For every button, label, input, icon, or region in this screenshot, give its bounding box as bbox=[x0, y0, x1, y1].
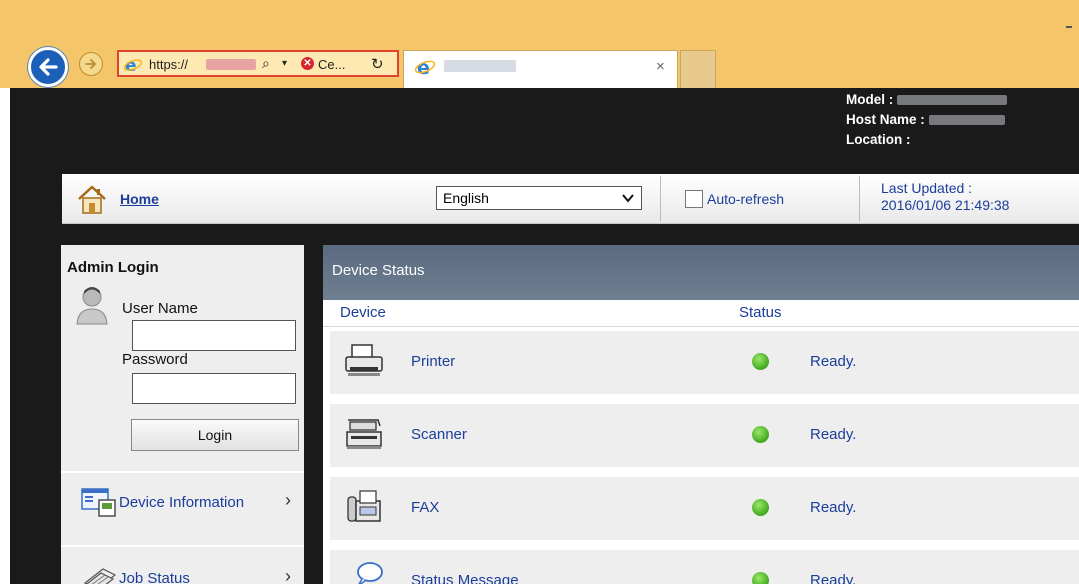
status-ready-indicator-icon bbox=[752, 499, 769, 516]
browser-tab[interactable]: e × bbox=[403, 50, 678, 88]
divider bbox=[660, 176, 661, 222]
password-input[interactable] bbox=[132, 373, 296, 404]
window-minimize-button[interactable] bbox=[1066, 26, 1072, 28]
status-row-fax: FAX Ready. bbox=[330, 477, 1079, 540]
address-dropdown-icon[interactable]: ▾ bbox=[282, 58, 287, 69]
language-selected-value: English bbox=[443, 190, 489, 206]
status-row-printer: Printer Ready. bbox=[330, 331, 1079, 394]
status-row-status-message: Status Message Ready. bbox=[330, 550, 1079, 584]
sidebar-item-job-status[interactable]: Job Status › bbox=[61, 547, 304, 584]
svg-text:e: e bbox=[417, 57, 430, 77]
model-label: Model : bbox=[846, 92, 894, 107]
certificate-error-icon[interactable]: ✕ bbox=[301, 57, 314, 70]
redacted-host-value bbox=[928, 115, 1005, 126]
certificate-error-label[interactable]: Ce... bbox=[318, 57, 345, 72]
last-updated-value: 2016/01/06 21:49:38 bbox=[881, 197, 1010, 213]
device-name[interactable]: FAX bbox=[411, 499, 439, 516]
left-panel: Admin Login User Name Password Login Dev… bbox=[61, 245, 304, 584]
status-ready-indicator-icon bbox=[752, 426, 769, 443]
device-status-title: Device Status bbox=[332, 262, 425, 279]
status-table-header: Device Status bbox=[323, 300, 1079, 327]
redacted-model-value bbox=[897, 95, 1008, 106]
divider bbox=[859, 176, 860, 222]
chevron-right-icon: › bbox=[285, 566, 291, 584]
device-name[interactable]: Status Message bbox=[411, 572, 519, 584]
model-row: Model : bbox=[846, 90, 1008, 110]
status-ready-indicator-icon bbox=[752, 353, 769, 370]
fax-icon bbox=[344, 489, 384, 530]
job-status-icon bbox=[81, 565, 117, 584]
ie-logo-icon: e bbox=[123, 56, 144, 76]
refresh-icon[interactable]: ↻ bbox=[371, 55, 384, 73]
device-status-header: Device Status bbox=[323, 245, 1079, 300]
arrow-right-icon bbox=[85, 59, 97, 69]
location-row: Location : bbox=[846, 130, 1007, 150]
address-url-text: https:// bbox=[149, 57, 189, 72]
home-link[interactable]: Home bbox=[120, 191, 159, 207]
username-label: User Name bbox=[122, 300, 198, 317]
auto-refresh-label[interactable]: Auto-refresh bbox=[707, 191, 784, 207]
auto-refresh-checkbox[interactable] bbox=[685, 190, 703, 208]
browser-chrome: e https:// ⌕ ▾ ✕ Ce... ↻ e × bbox=[0, 0, 1079, 88]
sidebar-item-device-information[interactable]: Device Information › bbox=[61, 473, 304, 533]
status-row-scanner: Scanner Ready. bbox=[330, 404, 1079, 467]
back-button[interactable] bbox=[28, 47, 68, 87]
ie-logo-icon: e bbox=[414, 57, 437, 82]
device-info-block: Model : Host Name : Location : bbox=[846, 90, 1008, 150]
arrow-left-icon bbox=[39, 58, 58, 76]
sidebar-item-label: Job Status bbox=[119, 570, 190, 584]
password-label: Password bbox=[122, 351, 188, 368]
username-input[interactable] bbox=[132, 320, 296, 351]
scanner-icon bbox=[344, 416, 384, 457]
address-bar[interactable]: e https:// ⌕ ▾ ✕ Ce... ↻ bbox=[117, 50, 399, 77]
redacted-address-host bbox=[206, 59, 256, 70]
web-page: Model : Host Name : Location : Home Engl… bbox=[10, 88, 1079, 584]
device-status-text: Ready. bbox=[810, 353, 857, 370]
device-name[interactable]: Scanner bbox=[411, 426, 467, 443]
host-name-row: Host Name : bbox=[846, 110, 1007, 130]
forward-button[interactable] bbox=[79, 52, 103, 76]
language-select[interactable]: English bbox=[436, 186, 642, 210]
device-status-panel: Device Status Device Status Printer Read… bbox=[323, 245, 1079, 584]
device-status-text: Ready. bbox=[810, 572, 857, 584]
last-updated: Last Updated : 2016/01/06 21:49:38 bbox=[881, 180, 1009, 214]
tab-close-icon[interactable]: × bbox=[656, 58, 665, 75]
status-message-icon bbox=[344, 562, 384, 584]
chevron-right-icon: › bbox=[285, 490, 291, 510]
host-name-label: Host Name : bbox=[846, 112, 925, 127]
admin-login-title: Admin Login bbox=[67, 259, 159, 276]
column-header-device: Device bbox=[340, 304, 386, 321]
chevron-down-icon bbox=[621, 191, 635, 208]
home-icon[interactable] bbox=[76, 183, 108, 220]
location-label: Location : bbox=[846, 132, 911, 147]
device-information-icon bbox=[81, 488, 117, 523]
column-header-status: Status bbox=[739, 304, 782, 321]
printer-icon bbox=[344, 343, 384, 384]
login-button[interactable]: Login bbox=[131, 419, 299, 451]
device-name[interactable]: Printer bbox=[411, 353, 455, 370]
sidebar-item-label: Device Information bbox=[119, 494, 245, 511]
device-status-text: Ready. bbox=[810, 426, 857, 443]
search-icon[interactable]: ⌕ bbox=[262, 55, 270, 72]
last-updated-label: Last Updated : bbox=[881, 180, 973, 196]
redacted-tab-title bbox=[444, 60, 516, 72]
status-ready-indicator-icon bbox=[752, 572, 769, 584]
device-status-text: Ready. bbox=[810, 499, 857, 516]
top-bar: Home English Auto-refresh Last Updated :… bbox=[62, 174, 1079, 224]
new-tab-button[interactable] bbox=[680, 50, 716, 88]
user-avatar-icon bbox=[75, 285, 109, 330]
